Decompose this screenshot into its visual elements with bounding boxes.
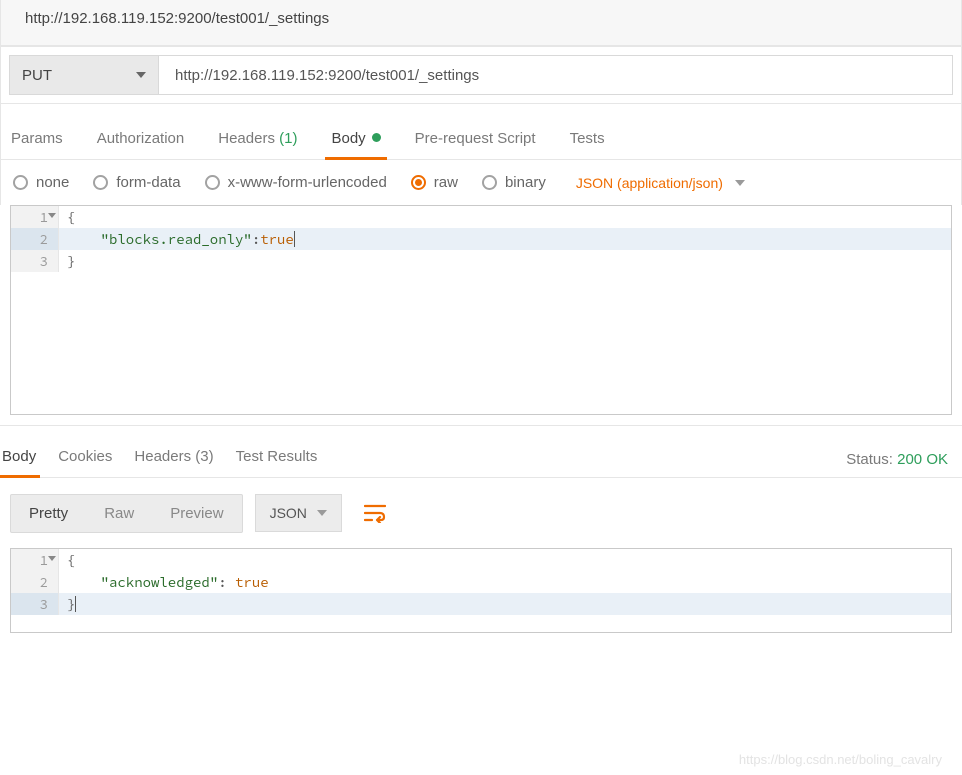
status-label: Status: 200 OK [846, 451, 960, 468]
content-type-select[interactable]: JSON (application/json) [576, 175, 745, 191]
request-tabs: Params Authorization Headers (1) Body Pr… [0, 104, 962, 160]
tab-headers[interactable]: Headers (1) [218, 122, 297, 159]
radio-icon-selected [411, 175, 426, 190]
resp-tab-body[interactable]: Body [2, 442, 36, 477]
url-method-row: PUT [0, 46, 962, 104]
resp-tab-tests[interactable]: Test Results [236, 442, 318, 477]
radio-none[interactable]: none [13, 174, 69, 191]
url-input[interactable] [173, 66, 938, 85]
radio-icon [482, 175, 497, 190]
tab-tests[interactable]: Tests [570, 122, 605, 159]
status-value: 200 OK [897, 451, 948, 468]
watermark: https://blog.csdn.net/boling_cavalry [739, 752, 942, 767]
response-section: Body Cookies Headers (3) Test Results St… [0, 425, 962, 633]
radio-binary[interactable]: binary [482, 174, 546, 191]
response-body-editor[interactable]: 1 { 2 "acknowledged": true 3 } [10, 548, 952, 633]
tab-params[interactable]: Params [11, 122, 63, 159]
radio-urlencoded[interactable]: x-www-form-urlencoded [205, 174, 387, 191]
tab-body[interactable]: Body [331, 122, 380, 159]
method-select[interactable]: PUT [9, 55, 159, 95]
radio-icon [13, 175, 28, 190]
text-cursor-icon [294, 231, 295, 247]
method-value: PUT [22, 67, 52, 84]
text-cursor-icon [75, 596, 76, 612]
response-toolbar: Pretty Raw Preview JSON [0, 477, 962, 548]
response-tabs-row: Body Cookies Headers (3) Test Results St… [0, 426, 962, 477]
caret-down-icon [317, 510, 327, 516]
body-type-row: none form-data x-www-form-urlencoded raw… [0, 160, 962, 205]
radio-raw[interactable]: raw [411, 174, 458, 191]
view-raw-button[interactable]: Raw [86, 495, 152, 532]
resp-tab-headers[interactable]: Headers (3) [134, 442, 213, 477]
view-mode-group: Pretty Raw Preview [10, 494, 243, 533]
url-input-wrap[interactable] [159, 55, 953, 95]
request-body-editor[interactable]: 1 { 2 "blocks.read_only":true 3 } [10, 205, 952, 415]
caret-down-icon [735, 180, 745, 186]
request-title: http://192.168.119.152:9200/test001/_set… [25, 10, 329, 27]
fold-icon[interactable] [48, 556, 56, 561]
wrap-lines-icon [364, 503, 386, 523]
fold-icon[interactable] [48, 213, 56, 218]
tab-authorization[interactable]: Authorization [97, 122, 185, 159]
format-select[interactable]: JSON [255, 494, 342, 532]
caret-down-icon [136, 72, 146, 78]
body-indicator-dot-icon [372, 133, 381, 142]
wrap-lines-button[interactable] [354, 492, 396, 534]
radio-formdata[interactable]: form-data [93, 174, 180, 191]
tab-prerequest[interactable]: Pre-request Script [415, 122, 536, 159]
request-title-bar: http://192.168.119.152:9200/test001/_set… [0, 0, 962, 46]
radio-icon [205, 175, 220, 190]
view-preview-button[interactable]: Preview [152, 495, 241, 532]
resp-tab-cookies[interactable]: Cookies [58, 442, 112, 477]
view-pretty-button[interactable]: Pretty [11, 495, 86, 532]
radio-icon [93, 175, 108, 190]
